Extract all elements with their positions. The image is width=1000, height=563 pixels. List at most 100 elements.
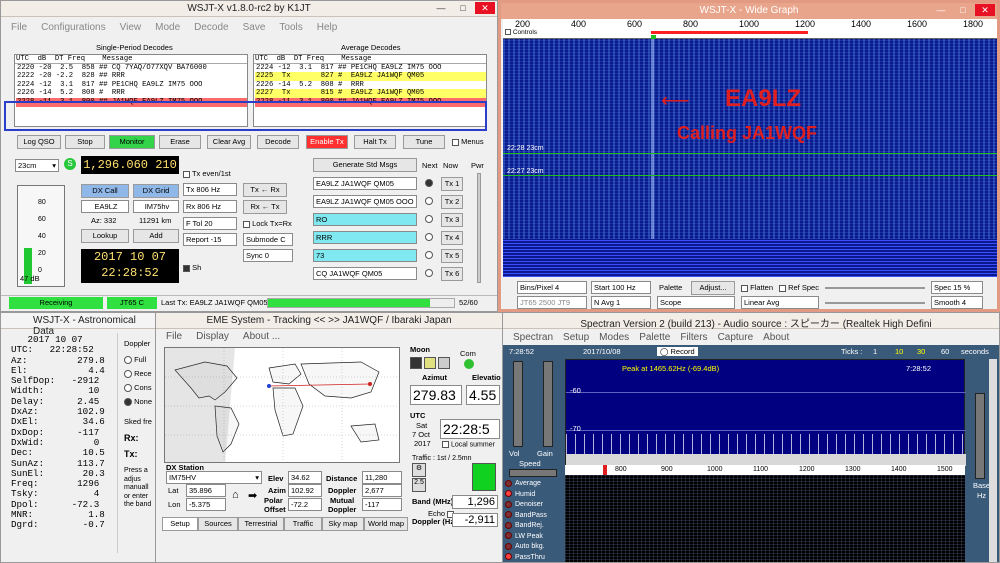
enable-tx-button[interactable]: Enable Tx bbox=[306, 135, 348, 149]
tx-message-3-field[interactable]: RO bbox=[313, 213, 417, 226]
spectran-option[interactable]: Auto bkg. bbox=[505, 542, 563, 553]
speed-slider[interactable] bbox=[509, 469, 557, 477]
record-radio[interactable]: ◯ Record bbox=[657, 347, 698, 356]
wide-maximize-icon[interactable]: □ bbox=[953, 4, 973, 16]
maximize-icon[interactable]: □ bbox=[453, 2, 473, 14]
spectran-option[interactable]: BandPass bbox=[505, 511, 563, 522]
sp-menu-capture[interactable]: Capture bbox=[718, 332, 754, 343]
eme-titlebar[interactable]: EME System - Tracking << >> JA1WQF / Iba… bbox=[156, 313, 502, 329]
ftol-spin[interactable]: F Tol 20 bbox=[183, 217, 237, 230]
tx-2-button[interactable]: Tx 2 bbox=[441, 195, 463, 209]
decode-row[interactable]: 2226 -14 5.2 808 # RRR bbox=[255, 80, 486, 90]
scope-select[interactable]: Scope bbox=[657, 296, 735, 309]
decode-row[interactable]: 2224 -12 3.1 817 ## PE1CHQ EA9LZ IM75 OO… bbox=[255, 63, 486, 73]
house-icon[interactable]: ⌂ bbox=[232, 489, 239, 501]
log-qso-button[interactable]: Log QSO bbox=[17, 135, 61, 149]
tx-from-rx-button[interactable]: Tx ← Rx bbox=[243, 183, 287, 197]
tx-1-button[interactable]: Tx 1 bbox=[441, 177, 463, 191]
band-select[interactable]: 23cm ▾ bbox=[15, 159, 59, 172]
decode-row[interactable]: 2226 -14 5.2 808 # RRR bbox=[16, 89, 247, 98]
doppler-opt-full[interactable]: Full bbox=[124, 355, 146, 365]
main-titlebar[interactable]: WSJT-X v1.8.0-rc2 by K1JT — □ ✕ bbox=[1, 1, 497, 17]
lookup-button[interactable]: Lookup bbox=[81, 229, 129, 243]
decode-row[interactable]: 2222 -20 -2.2 828 ## RRR bbox=[16, 72, 247, 81]
minimize-icon[interactable]: — bbox=[431, 2, 451, 14]
navg-spin[interactable]: N Avg 1 bbox=[591, 296, 651, 309]
sp-menu-setup[interactable]: Setup bbox=[563, 332, 589, 343]
waterfall[interactable]: 22:28 23cm 22:27 23cm ⟵ EA9LZ Calling JA… bbox=[503, 39, 997, 277]
lock-checkbox[interactable]: Lock Tx=Rx bbox=[243, 219, 292, 228]
local-summer-checkbox[interactable]: Local summer bbox=[442, 441, 495, 448]
close-icon[interactable]: ✕ bbox=[475, 2, 495, 14]
flatten-checkbox[interactable]: Flatten bbox=[741, 283, 773, 292]
tab-world-map[interactable]: World map bbox=[364, 517, 408, 531]
tx-freq-spin[interactable]: Tx 806 Hz bbox=[183, 183, 237, 196]
sp-menu-spectran[interactable]: Spectran bbox=[513, 332, 553, 343]
menus-checkbox[interactable]: Menus bbox=[452, 137, 484, 146]
astro-titlebar[interactable]: WSJT-X - Astronomical Data bbox=[1, 313, 159, 337]
decode-row[interactable]: 2224 -12 3.1 817 ## PE1CHQ EA9LZ IM75 OO… bbox=[16, 80, 247, 90]
world-map[interactable] bbox=[164, 347, 400, 463]
tx-message-6-field[interactable]: CQ JA1WQF QM05 bbox=[313, 267, 417, 280]
spec-spin[interactable]: Spec 15 % bbox=[931, 281, 983, 294]
clear-avg-button[interactable]: Clear Avg bbox=[207, 135, 251, 149]
rx-freq-spin[interactable]: Rx 806 Hz bbox=[183, 200, 237, 213]
spectran-option[interactable]: BandRej. bbox=[505, 521, 563, 532]
spectran-titlebar[interactable]: Spectran Version 2 (build 213) - Audio s… bbox=[503, 313, 999, 330]
eme-menu-about[interactable]: About ... bbox=[243, 331, 280, 342]
tune-button[interactable]: Tune bbox=[403, 135, 445, 149]
eme-menu-file[interactable]: File bbox=[166, 331, 182, 342]
tick-opt-30[interactable]: 30 bbox=[917, 347, 925, 356]
tab-sources[interactable]: Sources bbox=[198, 517, 238, 531]
slider-track-2[interactable] bbox=[825, 302, 925, 304]
menu-mode[interactable]: Mode bbox=[155, 22, 180, 33]
spectran-option[interactable]: Average bbox=[505, 479, 563, 490]
tx-message-5-field[interactable]: 73 bbox=[313, 249, 417, 262]
tx-next-radio-icon[interactable] bbox=[425, 215, 433, 223]
menu-tools[interactable]: Tools bbox=[279, 22, 302, 33]
doppler-opt-rece[interactable]: Rece bbox=[124, 369, 152, 379]
moon-phase-icon[interactable] bbox=[424, 357, 436, 369]
menu-file[interactable]: File bbox=[11, 22, 27, 33]
vol-slider[interactable] bbox=[513, 361, 523, 447]
pwr-slider[interactable] bbox=[477, 173, 481, 283]
tx-next-radio-icon[interactable] bbox=[425, 179, 433, 187]
arrow-right-icon[interactable]: ➡ bbox=[248, 489, 257, 502]
sp-menu-about[interactable]: About bbox=[763, 332, 789, 343]
sun-icon[interactable] bbox=[438, 357, 450, 369]
gain-slider[interactable] bbox=[543, 361, 553, 447]
eme-menu-display[interactable]: Display bbox=[196, 331, 229, 342]
slider-track-1[interactable] bbox=[825, 287, 925, 289]
controls-checkbox[interactable]: Controls bbox=[505, 29, 537, 36]
wide-titlebar[interactable]: WSJT-X - Wide Graph — □ ✕ bbox=[501, 3, 997, 19]
sh-checkbox[interactable]: Sh bbox=[183, 263, 201, 272]
tx-message-4-field[interactable]: RRR bbox=[313, 231, 417, 244]
spectran-option[interactable]: Humid bbox=[505, 490, 563, 501]
stop-button[interactable]: Stop bbox=[65, 135, 105, 149]
tx-4-button[interactable]: Tx 4 bbox=[441, 231, 463, 245]
decode-row[interactable]: 2227 Tx 815 # EA9LZ JA1WQF QM05 bbox=[255, 89, 486, 98]
decode-row[interactable]: 2220 -20 2.5 858 ## CQ 7YAQ/O77XQV BA760… bbox=[16, 63, 247, 73]
submode-spin[interactable]: Submode C bbox=[243, 233, 293, 246]
scrollbar[interactable] bbox=[989, 359, 997, 562]
doppler-opt-cons[interactable]: Cons bbox=[124, 383, 152, 393]
tab-sky-map[interactable]: Sky map bbox=[322, 517, 364, 531]
menu-view[interactable]: View bbox=[120, 22, 142, 33]
tick-opt-10[interactable]: 10 bbox=[895, 347, 903, 356]
tx-next-radio-icon[interactable] bbox=[425, 269, 433, 277]
tx-next-radio-icon[interactable] bbox=[425, 197, 433, 205]
menu-save[interactable]: Save bbox=[243, 22, 266, 33]
tx-message-1-field[interactable]: EA9LZ JA1WQF QM05 bbox=[313, 177, 417, 190]
tick-opt-1[interactable]: 1 bbox=[873, 347, 877, 356]
tx-6-button[interactable]: Tx 6 bbox=[441, 267, 463, 281]
linear-avg-select[interactable]: Linear Avg bbox=[741, 296, 819, 309]
generate-std-msgs-button[interactable]: Generate Std Msgs bbox=[313, 158, 417, 172]
ref-spec-checkbox[interactable]: Ref Spec bbox=[779, 283, 819, 292]
rx-from-tx-button[interactable]: Rx ← Tx bbox=[243, 200, 287, 214]
decode-button[interactable]: Decode bbox=[257, 135, 299, 149]
menu-help[interactable]: Help bbox=[317, 22, 338, 33]
erase-button[interactable]: Erase bbox=[159, 135, 201, 149]
dx-call-input[interactable]: EA9LZ bbox=[81, 200, 129, 213]
sync-spin[interactable]: Sync 0 bbox=[243, 249, 293, 262]
halt-tx-button[interactable]: Halt Tx bbox=[354, 135, 396, 149]
